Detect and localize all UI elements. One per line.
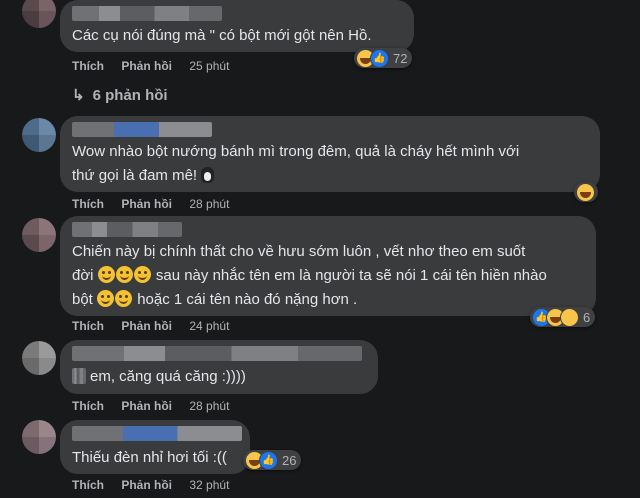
- reply-arrow-icon: ↳: [72, 87, 85, 104]
- timestamp[interactable]: 28 phút: [189, 197, 229, 211]
- view-replies-link[interactable]: ↳ 6 phản hồi: [72, 86, 168, 104]
- commenter-name[interactable]: [72, 6, 222, 21]
- smile-emoji-icon: [133, 266, 151, 283]
- comment-bubble: Wow nhào bột nướng bánh mì trong đêm, qu…: [60, 116, 600, 192]
- smile-emoji-icon: [115, 290, 133, 307]
- smile-emoji-icon: [97, 266, 115, 283]
- avatar[interactable]: [22, 118, 56, 152]
- comment-bubble: Các cụ nói đúng mà " có bột mới gột nên …: [60, 0, 414, 52]
- like-icon: 👍: [370, 48, 389, 68]
- comment-actions: Thích Phản hồi 28 phút: [72, 399, 243, 413]
- comment-text-part: hoặc 1 cái tên nào đó nặng hơn .: [137, 291, 358, 308]
- avatar[interactable]: [22, 218, 56, 252]
- timestamp[interactable]: 28 phút: [189, 399, 229, 413]
- reaction-summary[interactable]: 👍 72: [354, 48, 413, 68]
- comment-text: Các cụ nói đúng mà " có bột mới gột nên …: [72, 27, 372, 44]
- reply-link[interactable]: Phản hồi: [121, 319, 172, 333]
- commenter-name[interactable]: [72, 346, 362, 361]
- reply-link[interactable]: Phản hồi: [121, 197, 172, 211]
- mentioned-name[interactable]: [72, 368, 86, 384]
- like-link[interactable]: Thích: [72, 197, 104, 211]
- reaction-count: 26: [282, 452, 297, 468]
- sad-icon: [560, 307, 579, 327]
- reaction-summary[interactable]: [574, 182, 598, 202]
- smile-emoji-icon: [115, 266, 133, 283]
- reaction-count: 72: [393, 50, 408, 66]
- commenter-name[interactable]: [72, 222, 182, 237]
- comment-actions: Thích Phản hồi 24 phút: [72, 319, 243, 333]
- like-link[interactable]: Thích: [72, 59, 104, 73]
- comment-bubble: em, căng quá căng :)))): [60, 340, 378, 394]
- timestamp[interactable]: 32 phút: [189, 478, 229, 492]
- like-icon: 👍: [259, 450, 278, 470]
- comment-text: Chiến này bị chính thất cho về hưu sớm l…: [72, 243, 526, 260]
- reply-link[interactable]: Phản hồi: [121, 478, 172, 492]
- comment-actions: Thích Phản hồi 32 phút: [72, 478, 243, 492]
- timestamp[interactable]: 24 phút: [189, 319, 229, 333]
- like-link[interactable]: Thích: [72, 399, 104, 413]
- reply-link[interactable]: Phản hồi: [121, 59, 172, 73]
- comment-text-line: thứ gọi là đam mê!: [72, 164, 215, 188]
- penguin-emoji-icon: [201, 167, 215, 183]
- like-link[interactable]: Thích: [72, 478, 104, 492]
- reply-link[interactable]: Phản hồi: [121, 399, 172, 413]
- reaction-count: 6: [583, 309, 591, 325]
- reaction-summary[interactable]: 👍 26: [243, 450, 302, 470]
- haha-icon: [576, 182, 595, 202]
- commenter-name[interactable]: [72, 426, 242, 441]
- avatar[interactable]: [22, 420, 56, 454]
- comment-text-part: đời: [72, 267, 94, 284]
- comment-text: Wow nhào bột nướng bánh mì trong đêm, qu…: [72, 143, 520, 160]
- reaction-summary[interactable]: 👍 6: [530, 307, 596, 327]
- comment-text-part: sau này nhắc tên em là người ta sẽ nói 1…: [155, 267, 547, 284]
- comment-text-line: đời sau này nhắc tên em là người ta sẽ n…: [72, 264, 547, 288]
- comment-text-line: bột hoặc 1 cái tên nào đó nặng hơn .: [72, 288, 357, 312]
- comment-text-part: bột: [72, 291, 93, 308]
- comment-text-part: thứ gọi là đam mê!: [72, 167, 198, 184]
- comment-text: em, căng quá căng :)))): [90, 368, 246, 385]
- commenter-name[interactable]: [72, 122, 212, 137]
- replies-count: 6 phản hồi: [92, 87, 168, 104]
- comment-bubble: Chiến này bị chính thất cho về hưu sớm l…: [60, 216, 596, 316]
- comment-actions: Thích Phản hồi 28 phút: [72, 197, 243, 211]
- comment-bubble: Thiếu đèn nhỉ hơi tối :((: [60, 420, 250, 474]
- smile-emoji-icon: [97, 290, 115, 307]
- avatar[interactable]: [22, 0, 56, 28]
- timestamp[interactable]: 25 phút: [189, 59, 229, 73]
- comment-text: Thiếu đèn nhỉ hơi tối :((: [72, 449, 227, 466]
- like-link[interactable]: Thích: [72, 319, 104, 333]
- avatar[interactable]: [22, 341, 56, 375]
- comment-actions: Thích Phản hồi 25 phút: [72, 59, 243, 73]
